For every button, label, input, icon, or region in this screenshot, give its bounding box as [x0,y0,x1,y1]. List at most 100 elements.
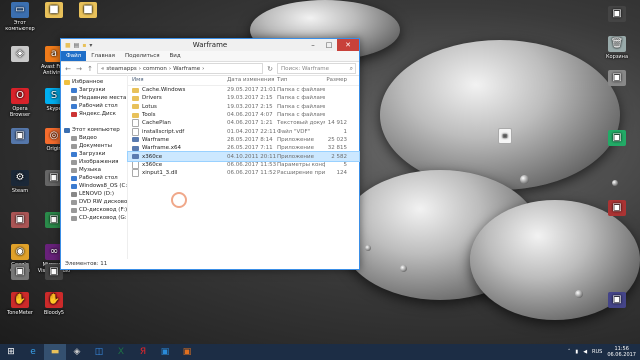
desktop-icon[interactable]: ▣ [600,130,634,148]
excel-icon[interactable]: X [110,344,132,360]
nav-item[interactable]: Загрузки [61,150,127,158]
desktop-icon[interactable]: ▣ [3,264,37,282]
clock-date: 06.06.2017 [607,352,636,358]
explorer-icon[interactable]: ▬ [44,344,66,360]
table-row[interactable]: Cache.Windows 29.05.2017 21:01 Папка с фай… [128,86,359,94]
language-indicator[interactable]: RUS [592,349,602,355]
network-icon[interactable]: ▮ [575,349,578,355]
nav-item[interactable]: Музыка [61,166,127,174]
nav-item[interactable]: CD-дисковод (G:) [61,214,127,222]
app-icon[interactable]: ▣ [154,344,176,360]
yandex-icon[interactable]: Я [132,344,154,360]
nav-item[interactable]: CD-дисковод (F:) [61,206,127,214]
maximize-button[interactable]: □ [321,39,337,51]
nav-item[interactable]: LENOVO (D:) [61,190,127,198]
desktop-icon[interactable]: 🗑 Корзина [600,36,634,60]
nav-item-icon [71,95,77,101]
file-icon [132,119,139,128]
desktop-icon[interactable]: ▣ [3,128,37,146]
nav-item[interactable]: DVD RW дисковод (E:) [61,198,127,206]
nav-item[interactable]: Изображения [61,158,127,166]
table-row[interactable]: Warframe.x64 26.05.2017 7:11 Приложение 32 … [128,144,359,152]
nav-item[interactable]: Избранное [61,78,127,86]
close-button[interactable]: ✕ [337,39,359,51]
breadcrumb-item[interactable]: Warframe [173,66,200,72]
nav-item-icon [71,111,77,117]
column-type[interactable]: Тип [277,77,325,83]
breadcrumb[interactable]: « steamapps › common › Warframe › [97,63,263,74]
minimize-button[interactable]: – [305,39,321,51]
ie-icon[interactable]: e [22,344,44,360]
breadcrumb-item[interactable]: common [143,66,167,72]
store-icon[interactable]: ◫ [88,344,110,360]
desktop-icon[interactable]: ▣ [600,292,634,310]
warframe-icon[interactable]: ◈ [66,344,88,360]
tab-share[interactable]: Поделиться [120,51,165,61]
app-icon: ▣ [608,6,626,22]
warframe-icon: ◈ [11,46,29,62]
desktop-icon[interactable]: ◈ [3,46,37,64]
table-row[interactable]: Drivers 19.03.2017 2:15 Папка с файлами [128,94,359,102]
nav-item[interactable]: Документы [61,142,127,150]
nav-item[interactable]: Рабочий стол [61,174,127,182]
start-icon[interactable]: ⊞ [0,344,22,360]
desktop-icon[interactable]: ▣ [600,6,634,24]
desktop-icon[interactable]: ▣ [600,200,634,218]
title-bar[interactable]: ■ ▤ ▪ ▾ Warframe – □ ✕ [61,39,359,51]
water-drop [612,180,618,186]
chevron-up-icon[interactable]: ˄ [568,349,571,355]
table-row[interactable]: CachePlan 04.06.2017 1:21 Текстовый докум.… [128,119,359,128]
table-row[interactable]: xinput1_3.dll 06.06.2017 11:52 Расширение … [128,169,359,178]
up-arrow-icon[interactable]: ↑ [86,65,94,73]
nav-item[interactable]: Загрузки [61,86,127,94]
explorer-body: Избранное Загрузки Недавние места Рабочий с… [61,75,360,259]
tab-home[interactable]: Главная [86,51,120,61]
table-row[interactable]: x360ce 06.06.2017 11:53Параметры конф... 5 [128,160,359,169]
search-input[interactable]: Поиск: Warframe ⌕ [277,63,356,74]
back-arrow-icon[interactable]: ← [64,65,72,73]
column-name[interactable]: Имя [128,77,227,83]
column-size[interactable]: Размер [325,77,347,83]
desktop-icon[interactable]: ✋ ToneMeter [3,292,37,316]
app-icon[interactable]: ▣ [176,344,198,360]
refresh-icon[interactable]: ↻ [266,65,274,73]
desktop-icon[interactable]: ▭ Этот компьютер [3,2,37,32]
desktop-icon[interactable]: ▣ [3,212,37,230]
file-date: 06.06.2017 11:52 [227,170,277,177]
table-row[interactable]: Warframe 28.05.2017 8:14 Приложение 25 023 [128,136,359,144]
nav-item[interactable]: Этот компьютер [61,126,127,134]
desktop-icon[interactable]: ■ [71,2,105,20]
volume-icon[interactable]: ◀ [583,349,587,355]
desktop-icon[interactable]: ▣ [600,70,634,88]
nav-item[interactable]: Windows8_OS (C:) [61,182,127,190]
column-date[interactable]: Дата изменения [227,77,277,83]
nav-item[interactable]: Недавние места [61,94,127,102]
application-icon [132,154,139,160]
desktop-icon[interactable]: O Opera Browser [3,88,37,118]
clock[interactable]: 11:56 06.06.2017 [607,346,636,358]
file-name: Tools [142,112,156,119]
breadcrumb-item[interactable]: steamapps [106,66,136,72]
desktop-icon[interactable]: ✋ Bloody5 [37,292,71,316]
nav-item[interactable]: Яндекс.Диск [61,110,127,118]
file-date: 06.06.2017 11:53 [227,161,277,168]
explorer-window[interactable]: ■ ▤ ▪ ▾ Warframe – □ ✕ Файл Главная Поде… [60,38,360,270]
nav-item[interactable]: Видео [61,134,127,142]
table-row[interactable]: Lotus 19.03.2017 2:15 Папка с файлами [128,103,359,111]
desktop-file[interactable]: ≡ [488,128,522,146]
nav-item[interactable]: Рабочий стол [61,102,127,110]
table-row[interactable]: x360ce 04.10.2011 20:11 Приложение 2 582 [127,151,360,162]
tab-view[interactable]: Вид [165,51,186,61]
forward-arrow-icon[interactable]: → [75,65,83,73]
table-row[interactable]: installscript.vdf 01.04.2017 22:11 Файл "V… [128,127,359,136]
app-icon: ▣ [11,212,29,228]
desktop-icon[interactable]: ■ [37,2,71,20]
nav-item-label: CD-дисковод (F:) [79,207,128,213]
file-name-cell: xinput1_3.dll [128,169,227,178]
nav-item-icon [71,151,77,157]
nav-item-label: Загрузки [79,151,106,157]
table-row[interactable]: Tools 04.06.2017 4:07 Папка с файлами [128,111,359,119]
tab-file[interactable]: Файл [61,51,87,61]
nav-item-label: Рабочий стол [79,103,118,109]
desktop-icon[interactable]: ⚙ Steam [3,170,37,194]
